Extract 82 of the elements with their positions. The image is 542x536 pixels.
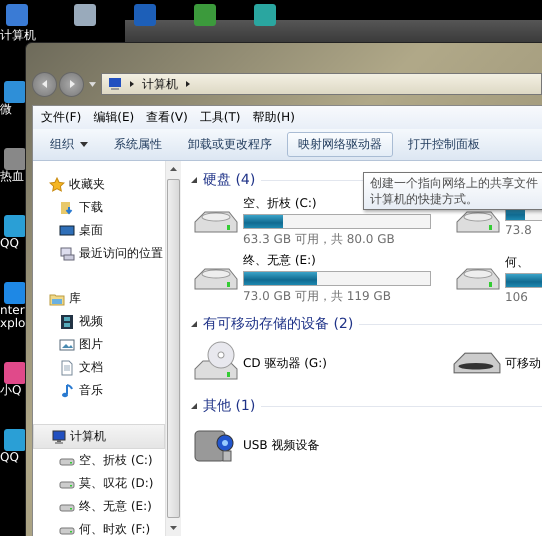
desktop-shortcut-icon[interactable] xyxy=(4,282,25,304)
back-arrow-icon xyxy=(40,79,50,89)
group-heading[interactable]: 硬盘 (4) xyxy=(203,171,256,189)
recent-places-icon xyxy=(59,246,75,262)
nav-item[interactable]: 文档 xyxy=(33,356,165,379)
scrollbar[interactable] xyxy=(165,161,181,536)
desktop-icon-label: 小Q xyxy=(0,384,22,397)
removable-drive-icon xyxy=(453,352,501,374)
nav-item[interactable]: 库 xyxy=(33,287,165,310)
address-bar[interactable]: 计算机 xyxy=(101,73,542,95)
desktop-icon-label: nter xplo xyxy=(0,304,25,330)
drive-name[interactable]: CD 驱动器 (G:) xyxy=(243,354,453,372)
star-icon xyxy=(49,176,65,192)
nav-item[interactable]: 下载 xyxy=(33,196,165,219)
breadcrumb-item[interactable]: 计算机 xyxy=(142,76,178,92)
scroll-up-icon[interactable] xyxy=(170,167,177,171)
nav-item[interactable]: 最近访问的位置 xyxy=(33,242,165,265)
document-icon xyxy=(59,360,75,376)
music-note-icon xyxy=(59,382,75,398)
nav-item[interactable]: 桌面 xyxy=(33,219,165,242)
nav-item[interactable]: 收藏夹 xyxy=(33,173,165,196)
drive-space-text: 106 xyxy=(505,290,529,304)
nav-item[interactable]: 计算机 xyxy=(33,424,165,449)
toolbar-button[interactable]: 映射网络驱动器 xyxy=(287,132,393,157)
picture-icon xyxy=(59,336,75,352)
desktop-icon xyxy=(59,222,75,238)
menu-item[interactable]: 帮助(H) xyxy=(252,109,295,126)
nav-item[interactable]: 音乐 xyxy=(33,379,165,402)
nav-item[interactable]: 莫、叹花 (D:) xyxy=(33,472,165,495)
toolbar-button[interactable]: 组织 xyxy=(39,132,99,157)
desktop-icon-label: QQ xyxy=(0,451,19,464)
drive-space-text: 73.0 GB 可用，共 119 GB xyxy=(243,288,392,305)
group-heading[interactable]: 其他 (1) xyxy=(203,397,256,415)
drive-name[interactable]: 终、无意 (E:) xyxy=(243,252,453,269)
desktop-shortcut-icon[interactable] xyxy=(4,148,25,170)
computer-icon xyxy=(50,428,66,444)
desktop-shortcut-icon[interactable] xyxy=(4,429,25,451)
history-dropdown-icon[interactable] xyxy=(89,82,96,86)
back-button[interactable] xyxy=(32,72,57,96)
menu-item[interactable]: 文件(F) xyxy=(41,109,82,126)
desktop-shortcut-icon[interactable] xyxy=(4,215,25,237)
desktop-shortcut-icon[interactable] xyxy=(194,4,216,26)
nav-item[interactable]: 何、时欢 (F:) xyxy=(33,518,165,536)
breadcrumb-arrow-icon[interactable] xyxy=(130,81,134,87)
forward-button[interactable] xyxy=(59,72,84,96)
collapse-triangle-icon[interactable] xyxy=(191,321,197,327)
desktop-shortcut-icon[interactable] xyxy=(74,4,96,26)
desktop-shortcut-icon[interactable] xyxy=(134,4,156,26)
tooltip-text: 计算机的快捷方式。 xyxy=(370,191,479,207)
nav-item[interactable]: 空、折枝 (C:) xyxy=(33,449,165,472)
scroll-down-icon[interactable] xyxy=(170,526,177,530)
menu-item[interactable]: 工具(T) xyxy=(200,109,240,126)
desktop-shortcut-icon[interactable] xyxy=(4,81,25,103)
desktop-shortcut-icon[interactable] xyxy=(254,4,276,26)
group-heading[interactable]: 有可移动存储的设备 (2) xyxy=(203,315,354,333)
collapse-triangle-icon[interactable] xyxy=(191,177,197,183)
computer-icon xyxy=(106,76,122,92)
menu-item[interactable]: 编辑(E) xyxy=(93,109,134,126)
drive-space-text: 63.3 GB 可用，共 80.0 GB xyxy=(243,231,396,248)
toolbar-button[interactable]: 系统属性 xyxy=(103,132,173,157)
drive-name[interactable]: 可移动 xyxy=(505,354,542,372)
tooltip-text: 创建一个指向网络上的共享文件 xyxy=(370,175,539,191)
nav-item[interactable]: 终、无意 (E:) xyxy=(33,495,165,518)
desktop-icon-label: 热血 xyxy=(0,170,24,183)
desktop-icon-label: 微 xyxy=(0,103,12,116)
toolbar-button[interactable]: 卸载或更改程序 xyxy=(177,132,283,157)
film-icon xyxy=(59,314,75,330)
drive-name[interactable]: 何、 xyxy=(505,254,542,270)
nav-item[interactable]: 视频 xyxy=(33,310,165,333)
scroll-thumb[interactable] xyxy=(167,179,180,518)
drive-space-text: 73.8 xyxy=(505,223,533,237)
collapse-triangle-icon[interactable] xyxy=(191,403,197,409)
toolbar-button[interactable]: 打开控制面板 xyxy=(397,132,491,157)
drive-name[interactable]: USB 视频设备 xyxy=(243,436,453,454)
desktop-shortcut-icon[interactable] xyxy=(4,362,25,384)
menu-item[interactable]: 查看(V) xyxy=(146,109,188,126)
desktop-icon-label: QQ xyxy=(0,237,19,250)
breadcrumb-arrow-icon[interactable] xyxy=(186,81,190,87)
desktop-icon-label: 计算机 xyxy=(0,29,36,42)
folder-download-icon xyxy=(59,200,75,216)
desktop-shortcut-icon[interactable] xyxy=(6,4,28,26)
nav-item[interactable]: 图片 xyxy=(33,333,165,356)
